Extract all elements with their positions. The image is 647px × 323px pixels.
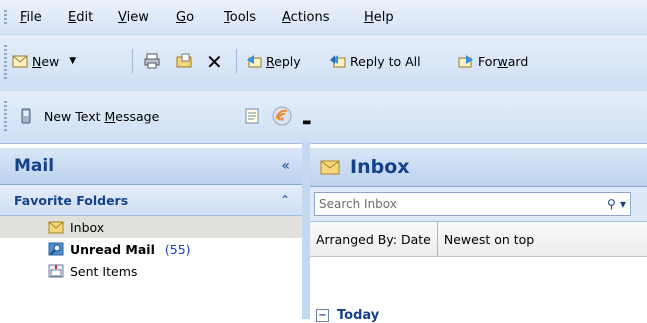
collapse-group-icon[interactable]: − xyxy=(316,309,329,322)
menu-edit[interactable]: Edit xyxy=(68,10,93,25)
mobile-toolbar: New Text Message ▬ xyxy=(0,90,647,144)
reply-label: Reply xyxy=(266,53,301,69)
search-placeholder: Search Inbox xyxy=(319,197,397,211)
favorite-folders-title: Favorite Folders xyxy=(14,192,129,208)
toolbar-options-button[interactable]: ▬ xyxy=(302,117,311,128)
folder-label: Inbox xyxy=(70,219,105,235)
search-input[interactable]: Search Inbox ⚲ ▾ xyxy=(314,192,631,216)
standard-toolbar: New ▼ ✕ Reply Reply to All Forward xyxy=(0,34,647,91)
favorite-folders-header[interactable]: Favorite Folders ⌃ xyxy=(0,185,302,216)
arranged-by-button[interactable]: Arranged By: Date xyxy=(310,222,438,256)
printer-icon xyxy=(144,53,160,69)
unread-count: (55) xyxy=(164,241,191,257)
sent-items-icon xyxy=(48,264,64,278)
menu-help[interactable]: Help xyxy=(364,10,394,25)
inbox-pane: Inbox Search Inbox ⚲ ▾ Arranged By: Date… xyxy=(310,148,647,323)
folder-sent-items[interactable]: Sent Items xyxy=(0,260,302,282)
inbox-icon xyxy=(320,160,340,175)
toolbar2-grip[interactable] xyxy=(4,101,7,133)
inbox-folder-icon xyxy=(48,221,64,234)
forward-button[interactable]: Forward xyxy=(458,53,528,69)
new-text-message-button[interactable]: New Text Message xyxy=(18,108,159,124)
delete-button[interactable]: ✕ xyxy=(206,50,223,74)
chevron-down-icon[interactable]: ▼ xyxy=(69,56,76,66)
move-folder-icon xyxy=(176,53,192,68)
collapse-nav-button[interactable]: « xyxy=(281,158,290,174)
menu-view[interactable]: View xyxy=(118,10,149,25)
nav-header: Mail « xyxy=(0,148,302,185)
menu-actions[interactable]: Actions xyxy=(282,10,330,25)
menu-tools[interactable]: Tools xyxy=(224,10,256,25)
favorites-toggle-icon[interactable]: ⌃ xyxy=(280,193,290,207)
inbox-title: Inbox xyxy=(350,156,410,178)
rss-button[interactable] xyxy=(272,106,292,126)
new-button-label: New xyxy=(32,53,60,69)
menu-file[interactable]: File xyxy=(20,10,42,25)
menu-bar: File Edit View Go Tools Actions Help xyxy=(0,0,647,34)
sort-order-button[interactable]: Newest on top xyxy=(438,222,540,256)
delete-x-icon: ✕ xyxy=(206,50,223,74)
inbox-header: Inbox xyxy=(310,148,647,187)
folder-label: Unread Mail xyxy=(70,241,155,257)
nav-title: Mail xyxy=(14,156,55,176)
reply-button[interactable]: Reply xyxy=(246,53,301,69)
new-mail-icon xyxy=(12,55,28,68)
reply-all-button[interactable]: Reply to All xyxy=(330,53,421,69)
folder-label: Sent Items xyxy=(70,263,138,279)
menubar-grip[interactable] xyxy=(4,10,7,24)
forward-icon xyxy=(458,55,473,68)
toolbar-options-icon: ▬ xyxy=(302,117,312,128)
folder-unread-mail[interactable]: Unread Mail (55) xyxy=(0,238,302,260)
new-text-message-label: New Text Message xyxy=(44,108,160,124)
reply-icon xyxy=(247,55,262,68)
reply-all-label: Reply to All xyxy=(350,53,421,69)
group-header-today[interactable]: − Today xyxy=(316,308,379,323)
forward-label: Forward xyxy=(478,53,529,69)
menu-go[interactable]: Go xyxy=(176,10,194,25)
rss-feed-icon xyxy=(272,106,292,126)
search-icon[interactable]: ⚲ ▾ xyxy=(607,197,626,211)
group-label: Today xyxy=(337,308,380,323)
notes-icon xyxy=(245,108,259,124)
navigation-pane: Mail « Favorite Folders ⌃ Inbox Unread M… xyxy=(0,148,303,319)
move-to-folder-button[interactable] xyxy=(176,53,192,69)
toolbar-grip[interactable] xyxy=(4,45,7,81)
search-row: Search Inbox ⚲ ▾ xyxy=(310,187,647,222)
pane-splitter[interactable] xyxy=(302,142,310,319)
new-button[interactable]: New ▼ xyxy=(12,53,76,69)
arrangement-header: Arranged By: Date Newest on top xyxy=(310,222,647,257)
notes-button[interactable] xyxy=(244,108,260,124)
mobile-phone-icon xyxy=(21,108,31,124)
reply-all-icon xyxy=(330,55,346,68)
print-button[interactable] xyxy=(144,53,160,69)
folder-inbox[interactable]: Inbox xyxy=(0,216,302,238)
search-folder-icon xyxy=(48,242,64,256)
